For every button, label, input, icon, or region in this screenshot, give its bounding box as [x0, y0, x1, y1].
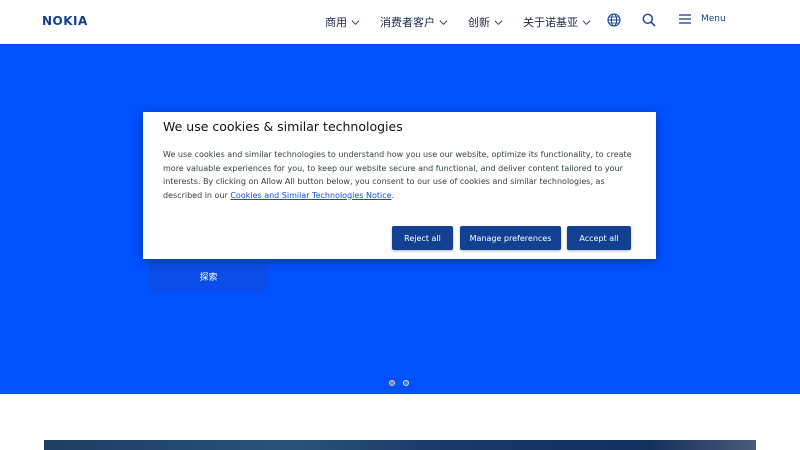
reject-all-button[interactable]: Reject all — [392, 226, 453, 250]
nav-item-business[interactable]: 商用 — [325, 14, 360, 30]
globe-icon — [607, 13, 621, 27]
carousel-dot-2[interactable] — [403, 380, 409, 386]
carousel-dot-1[interactable] — [389, 380, 395, 386]
cookie-dialog-title: We use cookies & similar technologies — [163, 119, 403, 134]
chevron-down-icon — [351, 19, 360, 25]
nav-item-label: 关于诺基亚 — [523, 16, 578, 29]
nav-item-label: 消费者客户 — [380, 16, 435, 29]
chevron-down-icon — [582, 19, 591, 25]
nav-item-about[interactable]: 关于诺基亚 — [523, 14, 591, 30]
cookie-dialog-body: We use cookies and similar technologies … — [163, 148, 639, 202]
nokia-logo[interactable]: NOKIA — [42, 14, 88, 28]
carousel-dots — [389, 380, 409, 386]
nav-item-label: 创新 — [468, 16, 490, 29]
menu-label: Menu — [701, 14, 726, 24]
menu-icon — [679, 14, 691, 24]
content-image-strip — [44, 440, 756, 450]
language-button[interactable] — [607, 13, 621, 27]
search-icon — [642, 13, 656, 27]
accept-all-button[interactable]: Accept all — [567, 226, 631, 250]
explore-button[interactable]: 探索 — [150, 262, 267, 291]
nav-item-innovation[interactable]: 创新 — [468, 14, 503, 30]
cookie-consent-dialog: We use cookies & similar technologies We… — [143, 112, 656, 259]
search-button[interactable] — [642, 13, 656, 27]
main-nav: 商用 消费者客户 创新 关于诺基亚 — [325, 14, 591, 30]
menu-button[interactable]: Menu — [678, 13, 726, 25]
nav-item-consumers[interactable]: 消费者客户 — [380, 14, 448, 30]
manage-preferences-button[interactable]: Manage preferences — [460, 226, 561, 250]
site-header: NOKIA 商用 消费者客户 创新 关于诺基亚 Menu — [0, 0, 800, 44]
cookies-notice-link[interactable]: Cookies and Similar Technologies Notice — [230, 191, 391, 200]
cookie-dialog-text-end: . — [391, 190, 395, 200]
chevron-down-icon — [439, 19, 448, 25]
nav-item-label: 商用 — [325, 16, 347, 29]
chevron-down-icon — [494, 19, 503, 25]
